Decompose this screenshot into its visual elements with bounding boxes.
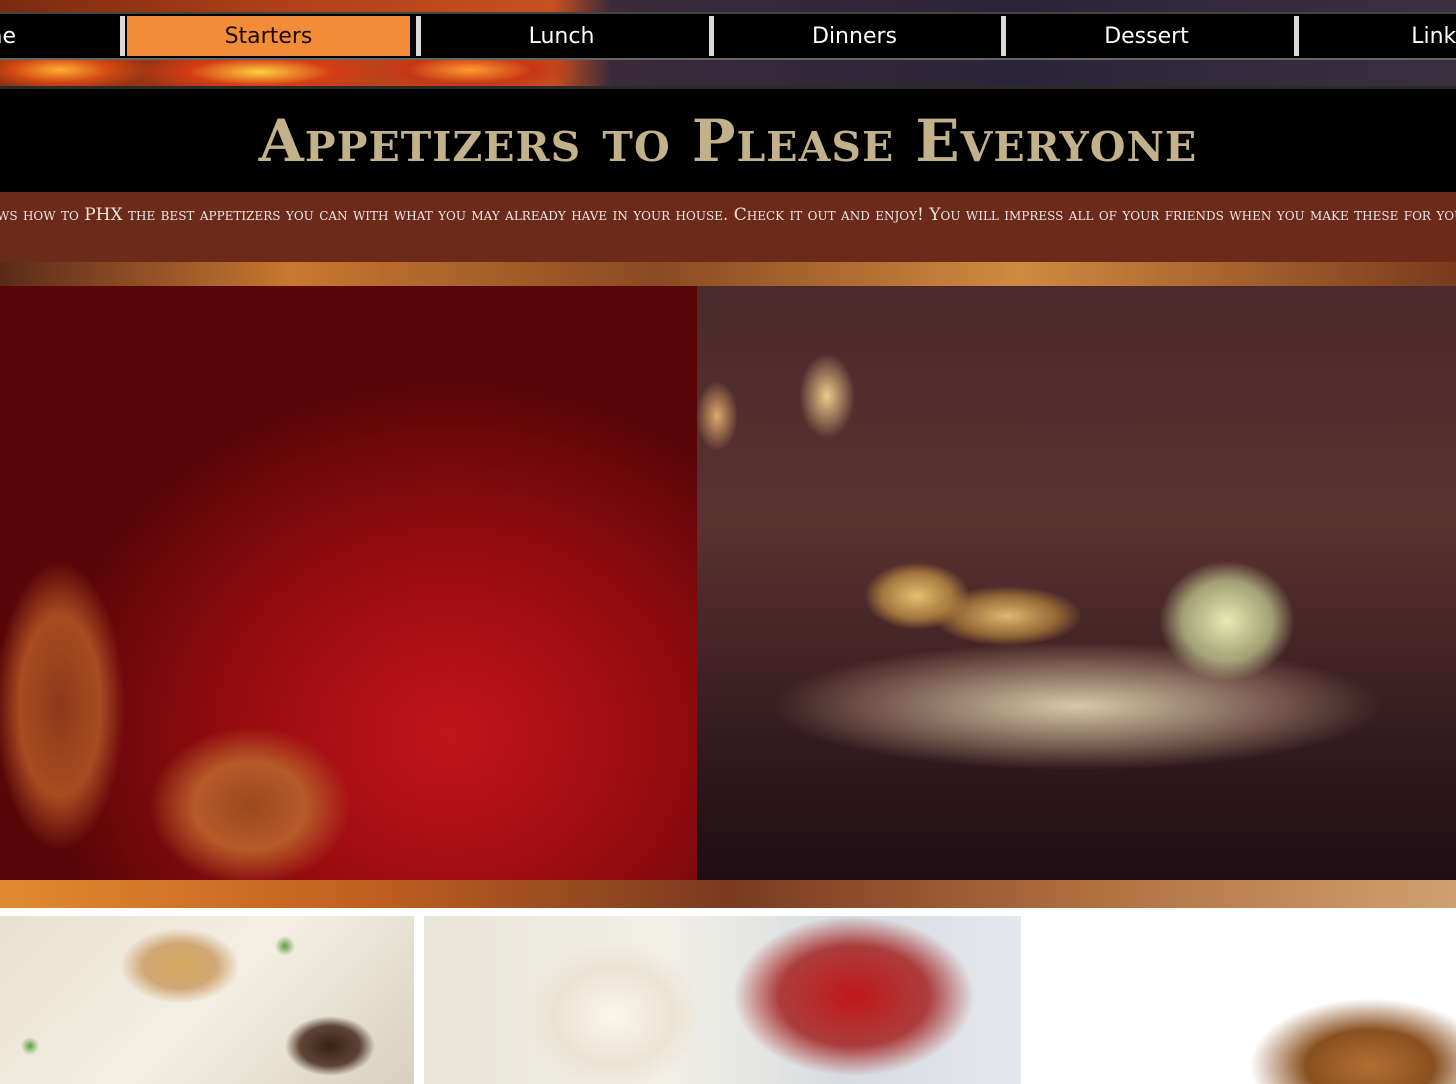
nav-lunch[interactable]: Lunch (420, 16, 703, 56)
cheese-dish-thumbnail[interactable] (424, 916, 1021, 1084)
nav-home[interactable]: Home (0, 16, 125, 56)
recipe-thumbnails (0, 908, 1456, 1084)
bread-and-dip-photo (697, 286, 1456, 880)
nav-dessert[interactable]: Dessert (1005, 16, 1288, 56)
intro-text: This page shows how to PHX the best appe… (0, 205, 1456, 225)
nav-dinners[interactable]: Dinners (713, 16, 996, 56)
nav-links[interactable]: Links (1298, 16, 1456, 56)
bacon-appetizer-photo (0, 286, 697, 880)
fire-divider-bottom (0, 880, 1456, 908)
main-nav: Home Starters Lunch Dinners Dessert Link… (0, 12, 1456, 60)
page-title: Appetizers to Please Everyone (258, 107, 1198, 175)
crispy-snack-thumbnail[interactable] (1150, 916, 1456, 1084)
page-header: Appetizers to Please Everyone (0, 86, 1456, 195)
intro-banner: This page shows how to PHX the best appe… (0, 192, 1456, 264)
fire-divider (0, 262, 1456, 288)
nav-starters[interactable]: Starters (127, 16, 410, 56)
nav-divider (120, 16, 125, 56)
dumplings-thumbnail[interactable] (0, 916, 414, 1084)
